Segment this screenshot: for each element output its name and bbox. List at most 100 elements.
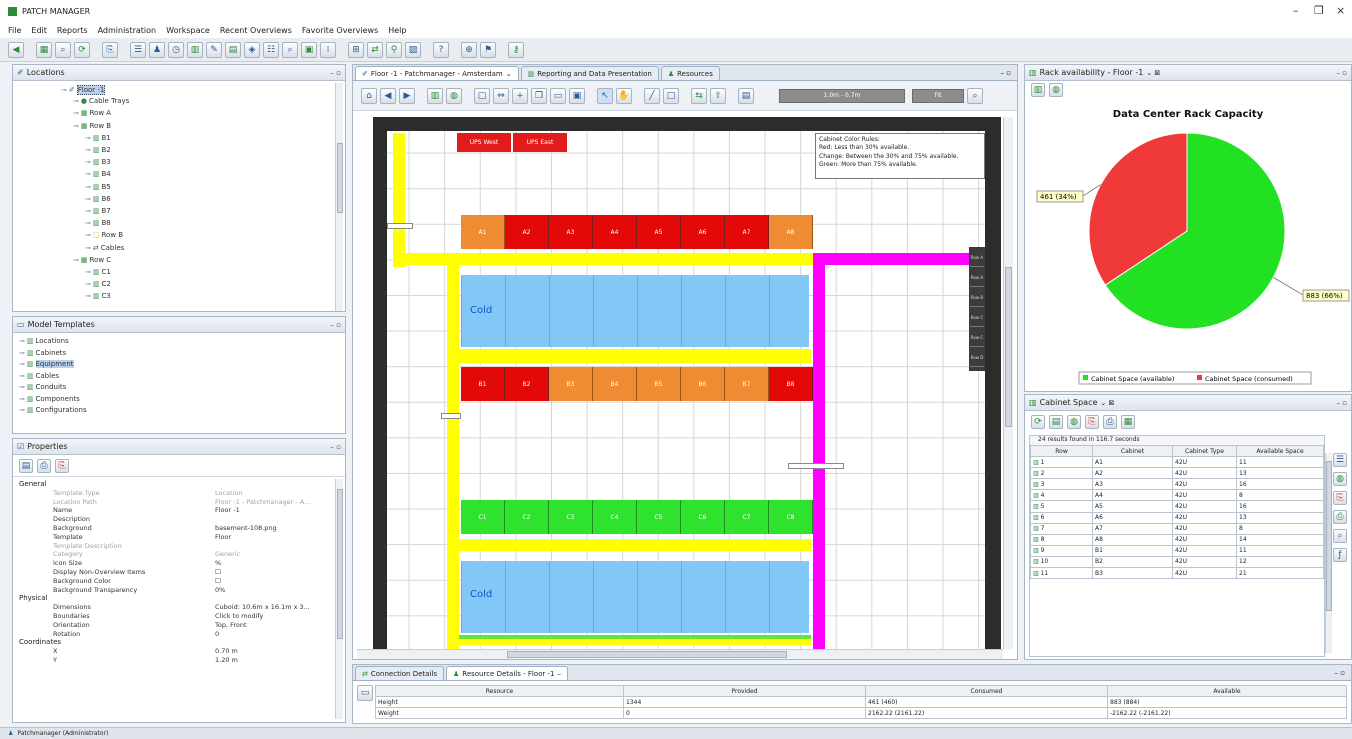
property-value[interactable]: 0% bbox=[215, 586, 225, 594]
tree-expander-icon[interactable]: ⊸ bbox=[19, 349, 25, 357]
print-icon[interactable]: ⎙ bbox=[1333, 510, 1347, 524]
cabinet-row[interactable]: ▥ 8 A8 42U 14 bbox=[1030, 533, 1324, 546]
property-value[interactable]: % bbox=[215, 559, 221, 567]
zoom-search-icon[interactable]: ⌕ bbox=[967, 87, 983, 104]
tree-expander-icon[interactable]: ⊸ bbox=[85, 268, 91, 276]
canvas-h-scrollbar[interactable] bbox=[357, 649, 1003, 659]
tree-expander-icon[interactable]: ⊸ bbox=[19, 406, 25, 414]
cabinet-row[interactable]: ▥ 5 A5 42U 16 bbox=[1030, 500, 1324, 513]
cabinet-b4[interactable]: B4 bbox=[593, 367, 637, 401]
cabinet-a8[interactable]: A8 bbox=[769, 215, 813, 249]
tree-expander-icon[interactable]: ⊸ bbox=[85, 183, 91, 191]
tree-item[interactable]: ⊸ ▥ C3 bbox=[85, 292, 111, 300]
property-row[interactable]: Name Floor -1 bbox=[13, 506, 333, 514]
property-group[interactable]: General bbox=[19, 480, 47, 488]
template-item[interactable]: ⊸ ▥ Cabinets bbox=[19, 349, 66, 357]
help-icon[interactable]: ? bbox=[433, 41, 449, 58]
tree-item[interactable]: ⊸ □ Row B bbox=[85, 231, 123, 239]
cabinet-row[interactable]: ▥ 1 A1 42U 11 bbox=[1030, 456, 1324, 469]
screen-icon[interactable]: ▤ bbox=[738, 87, 754, 104]
cabinet-b6[interactable]: B6 bbox=[681, 367, 725, 401]
back-icon[interactable]: ◀ bbox=[8, 41, 24, 58]
property-row[interactable]: Boundaries Click to modify bbox=[13, 612, 333, 620]
property-value[interactable]: 0 bbox=[215, 630, 219, 638]
table-icon[interactable]: ☰ bbox=[130, 41, 146, 58]
tree-expander-icon[interactable]: ⊸ bbox=[19, 372, 25, 380]
cabinet-c4[interactable]: C4 bbox=[593, 500, 637, 534]
tree-expander-icon[interactable]: ⊸ bbox=[73, 97, 79, 105]
side-unit[interactable]: Row C bbox=[970, 309, 984, 327]
zoom-fit-button[interactable]: Fit bbox=[912, 88, 964, 103]
tab-reporting[interactable]: ▥ Reporting and Data Presentation bbox=[520, 66, 659, 80]
cabinet-a6[interactable]: A6 bbox=[681, 215, 725, 249]
globe-icon[interactable]: ◍ bbox=[1067, 415, 1081, 429]
tag-icon[interactable]: ◈ bbox=[244, 41, 260, 58]
table-icon[interactable]: ▦ bbox=[1121, 415, 1135, 429]
col-provided[interactable]: Provided bbox=[623, 684, 866, 698]
tree-expander-icon[interactable]: ⊸ bbox=[19, 360, 25, 368]
clock-icon[interactable]: ◷ bbox=[168, 41, 184, 58]
magenta-tray[interactable] bbox=[813, 253, 825, 649]
cabinet-c2[interactable]: C2 bbox=[505, 500, 549, 534]
close-button[interactable]: × bbox=[1336, 4, 1345, 17]
menu-administration[interactable]: Administration bbox=[98, 26, 157, 35]
tree-expander-icon[interactable]: ⊸ bbox=[61, 86, 67, 94]
template-item[interactable]: ⊸ ▥ Conduits bbox=[19, 383, 66, 391]
cabinet-b3[interactable]: B3 bbox=[549, 367, 593, 401]
cable-tray[interactable] bbox=[393, 133, 405, 267]
search-icon[interactable]: ⌕ bbox=[55, 41, 71, 58]
tree-expander-icon[interactable]: ⊸ bbox=[85, 170, 91, 178]
resource-monitor-icon[interactable]: ▭ bbox=[357, 685, 373, 701]
template-item[interactable]: ⊸ ▥ Cables bbox=[19, 372, 59, 380]
print-icon[interactable]: ⎙ bbox=[1103, 415, 1117, 429]
property-value[interactable]: Location bbox=[215, 489, 243, 497]
property-row[interactable]: Description bbox=[13, 515, 333, 523]
tree-item[interactable]: ⊸ ▥ B2 bbox=[85, 146, 111, 154]
equipment-icon[interactable]: ▤ bbox=[225, 41, 241, 58]
zoom-slider[interactable]: 1.0m - 0.7m bbox=[779, 88, 905, 103]
tree-expander-icon[interactable]: ⊸ bbox=[85, 146, 91, 154]
menu-recent-overviews[interactable]: Recent Overviews bbox=[220, 26, 292, 35]
minimize-button[interactable]: – bbox=[1293, 4, 1299, 17]
panel-minmax-icon[interactable]: – ▫ bbox=[331, 69, 341, 77]
cabinet-a7[interactable]: A7 bbox=[725, 215, 769, 249]
property-value[interactable]: 0.70 m bbox=[215, 647, 238, 655]
col-available[interactable]: Available bbox=[1107, 684, 1347, 698]
pointer-icon[interactable]: ↖ bbox=[597, 87, 613, 104]
cabinet-row[interactable]: ▥ 9 B1 42U 11 bbox=[1030, 544, 1324, 557]
property-row[interactable]: Background Color ☐ bbox=[13, 577, 333, 585]
rect-icon[interactable]: □ bbox=[663, 87, 679, 104]
property-row[interactable]: Dimensions Cuboid: 10.6m x 16.1m x 3... bbox=[13, 603, 333, 611]
tree-item[interactable]: ⊸ ▥ C1 bbox=[85, 268, 111, 276]
pdf-icon[interactable]: ⎘ bbox=[1333, 491, 1347, 505]
cold-aisle-1[interactable]: Cold bbox=[461, 275, 809, 347]
line-icon[interactable]: ╱ bbox=[644, 87, 660, 104]
panel-minmax-icon[interactable]: – ▫ bbox=[331, 321, 341, 329]
window-icon[interactable]: ▣ bbox=[569, 87, 585, 104]
cabinet-a2[interactable]: A2 bbox=[505, 215, 549, 249]
cold-aisle-2[interactable]: Cold bbox=[461, 561, 809, 633]
cabinet-row[interactable]: ▥ 7 A7 42U 8 bbox=[1030, 522, 1324, 535]
tree-expander-icon[interactable]: ⊸ bbox=[85, 134, 91, 142]
tree-expander-icon[interactable]: ⊸ bbox=[85, 231, 91, 239]
floor-plan-canvas[interactable]: UPS West UPS East Cabinet Color Rules: R… bbox=[373, 117, 1001, 649]
cabinet-c8[interactable]: C8 bbox=[769, 500, 813, 534]
cabinet-row[interactable]: ▥ 11 B3 42U 21 bbox=[1030, 567, 1324, 580]
properties-scrollbar[interactable] bbox=[335, 479, 343, 719]
report-icon[interactable]: ▤ bbox=[1049, 415, 1063, 429]
property-value[interactable]: Floor bbox=[215, 533, 231, 541]
template-item[interactable]: ⊸ ▥ Components bbox=[19, 395, 80, 403]
tree-item[interactable]: ⊸ ▥ B1 bbox=[85, 134, 111, 142]
canvas-h-thumb[interactable] bbox=[507, 651, 787, 658]
property-group[interactable]: Coordinates bbox=[19, 638, 61, 646]
cabinet-row[interactable]: ▥ 6 A6 42U 13 bbox=[1030, 511, 1324, 524]
magenta-tray[interactable] bbox=[813, 253, 969, 265]
property-group[interactable]: Physical bbox=[19, 594, 47, 602]
cabinet-c6[interactable]: C6 bbox=[681, 500, 725, 534]
cable-tray[interactable] bbox=[459, 349, 811, 363]
property-row[interactable]: Y 1.20 m bbox=[13, 656, 333, 664]
tab-floor-plan[interactable]: ✐ Floor -1 - Patchmanager - Amsterdam ⌄ bbox=[355, 66, 519, 80]
property-row[interactable]: Template Description bbox=[13, 542, 333, 550]
canvas-v-thumb[interactable] bbox=[1005, 267, 1012, 427]
cabinet-row[interactable]: ▥ 4 A4 42U 8 bbox=[1030, 489, 1324, 502]
